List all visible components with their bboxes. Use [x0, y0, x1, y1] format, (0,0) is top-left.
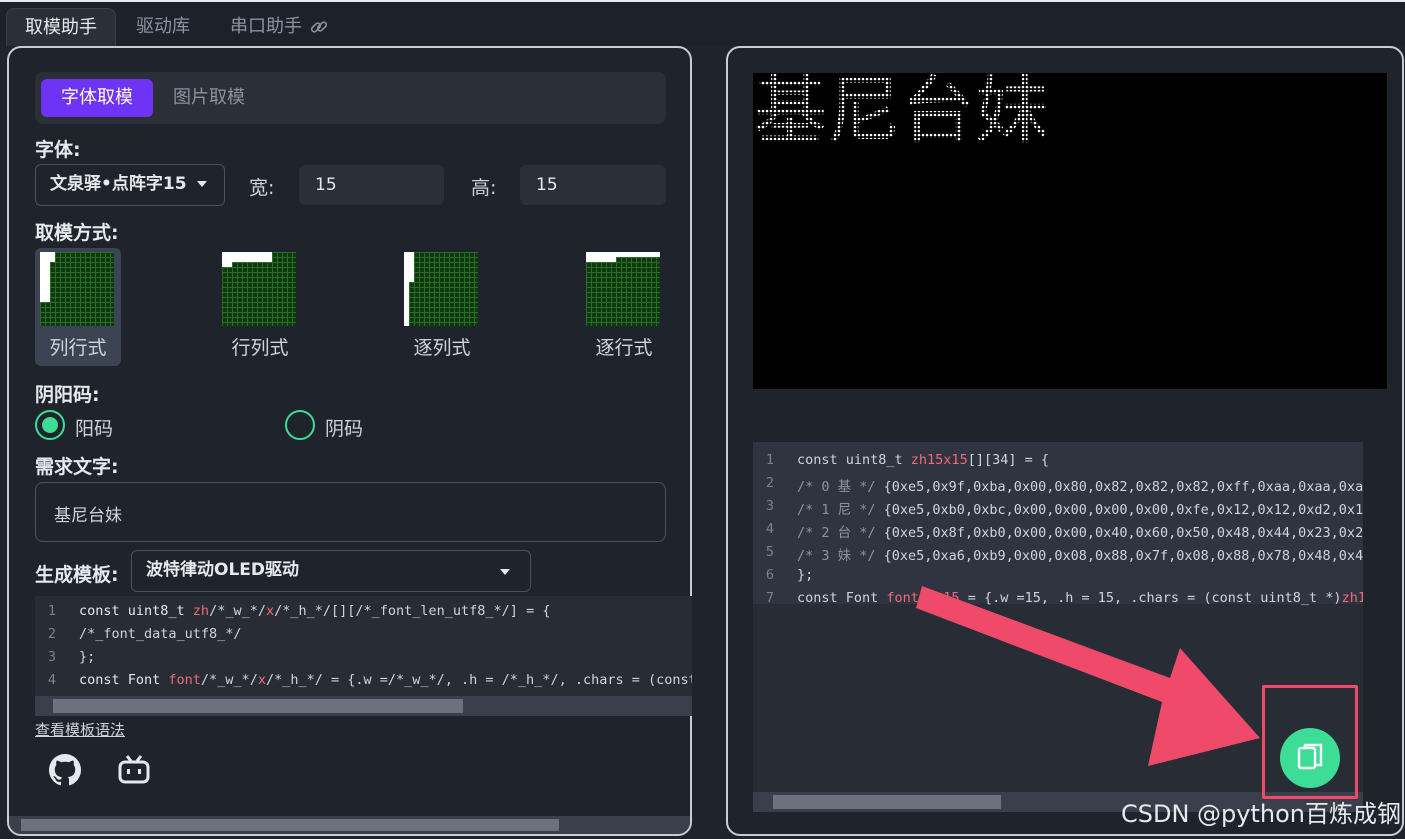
code-line: };	[797, 567, 814, 583]
code-horizontal-scrollbar[interactable]	[35, 696, 692, 716]
scrollbar-thumb[interactable]	[773, 795, 1001, 809]
mode-label-1: 列行式	[49, 337, 107, 359]
panel-horizontal-scrollbar[interactable]	[9, 816, 690, 834]
bilibili-icon[interactable]	[117, 754, 151, 786]
height-input[interactable]: 15	[520, 165, 666, 205]
subtab-font[interactable]: 字体取模	[41, 79, 153, 117]
polarity-label: 阴阳码:	[35, 384, 100, 406]
code-line: };	[79, 649, 96, 665]
caret-down-icon	[196, 181, 207, 187]
watermark: CSDN @python百炼成钢	[1120, 800, 1401, 828]
radio-positive-label: 阳码	[75, 418, 114, 440]
font-select[interactable]: 文泉驿•点阵字15	[35, 164, 225, 206]
font-label: 字体:	[35, 139, 81, 161]
text-input[interactable]: 基尼台妹	[35, 482, 666, 542]
mode-label-4: 逐行式	[595, 337, 653, 359]
mode-column-row[interactable]: 列行式	[35, 248, 121, 366]
scrollbar-thumb[interactable]	[53, 699, 463, 713]
radio-negative-label: 阴码	[325, 418, 364, 440]
copy-button[interactable]	[1280, 728, 1340, 788]
link-icon	[310, 21, 327, 33]
mode-preview-grid	[40, 252, 114, 326]
top-tab-bar: 取模助手 驱动库 串口助手	[0, 0, 1405, 46]
code-line: const uint8_t zh/*_w_*/x/*_h_*/[][/*_fon…	[79, 603, 551, 619]
right-output-panel: 基尼台妹 1 const uint8_t zh15x15[][34] = { 2…	[726, 46, 1404, 836]
left-config-panel: 字体取模 图片取模 字体: 文泉驿•点阵字15 宽: 15 高: 15 取模方式…	[7, 46, 692, 836]
mode-label-3: 逐列式	[413, 337, 471, 359]
mode-preview-grid	[222, 252, 296, 326]
code-line: const uint8_t zh15x15[][34] = {	[797, 452, 1049, 468]
mode-subtabs: 字体取模 图片取模	[35, 72, 666, 124]
mode-row-column[interactable]: 行列式	[217, 248, 303, 366]
code-line: const Font font/*_w_*/x/*_h_*/ = {.w =/*…	[79, 672, 692, 688]
mode-label: 取模方式:	[35, 222, 119, 244]
template-select[interactable]: 波特律动OLED驱动	[131, 550, 531, 592]
code-line: /* 0 基 */ {0xe5,0x9f,0xba,0x00,0x80,0x82…	[797, 479, 1363, 495]
oled-preview: 基尼台妹	[753, 73, 1387, 389]
mode-preview-grid	[404, 252, 478, 326]
template-code-editor[interactable]: 1 const uint8_t zh/*_w_*/x/*_h_*/[][/*_f…	[35, 596, 692, 716]
text-label: 需求文字:	[35, 456, 119, 478]
height-label: 高:	[471, 177, 497, 199]
github-icon[interactable]	[49, 754, 81, 786]
mode-by-column[interactable]: 逐列式	[399, 248, 485, 366]
radio-positive[interactable]	[35, 410, 65, 440]
tab-serial-helper[interactable]: 串口助手	[212, 8, 346, 46]
code-line: /*_font_data_utf8_*/	[79, 626, 242, 642]
mode-label-2: 行列式	[231, 337, 289, 359]
annotation-arrow	[916, 586, 1260, 766]
code-line: /* 3 妹 */ {0xe5,0xa6,0xb9,0x00,0x08,0x88…	[797, 548, 1363, 564]
clipboard-icon	[1297, 743, 1323, 770]
template-label: 生成模板:	[35, 564, 119, 586]
subtab-image[interactable]: 图片取模	[153, 79, 265, 117]
preview-text: 基尼台妹	[753, 73, 1049, 153]
tab-driver-library[interactable]: 驱动库	[118, 8, 208, 46]
code-line: /* 1 尼 */ {0xe5,0xb0,0xbc,0x00,0x00,0x00…	[797, 502, 1363, 518]
mode-by-row[interactable]: 逐行式	[581, 248, 667, 366]
tab-font-helper[interactable]: 取模助手	[6, 8, 116, 46]
mode-preview-grid	[586, 252, 660, 326]
template-syntax-link[interactable]: 查看模板语法	[35, 719, 125, 740]
radio-negative[interactable]	[285, 410, 315, 440]
width-input[interactable]: 15	[299, 165, 444, 205]
width-label: 宽:	[249, 177, 275, 199]
scrollbar-thumb[interactable]	[21, 819, 559, 831]
code-line: /* 2 台 */ {0xe5,0x8f,0xb0,0x00,0x00,0x40…	[797, 525, 1363, 541]
caret-down-icon	[500, 569, 510, 575]
